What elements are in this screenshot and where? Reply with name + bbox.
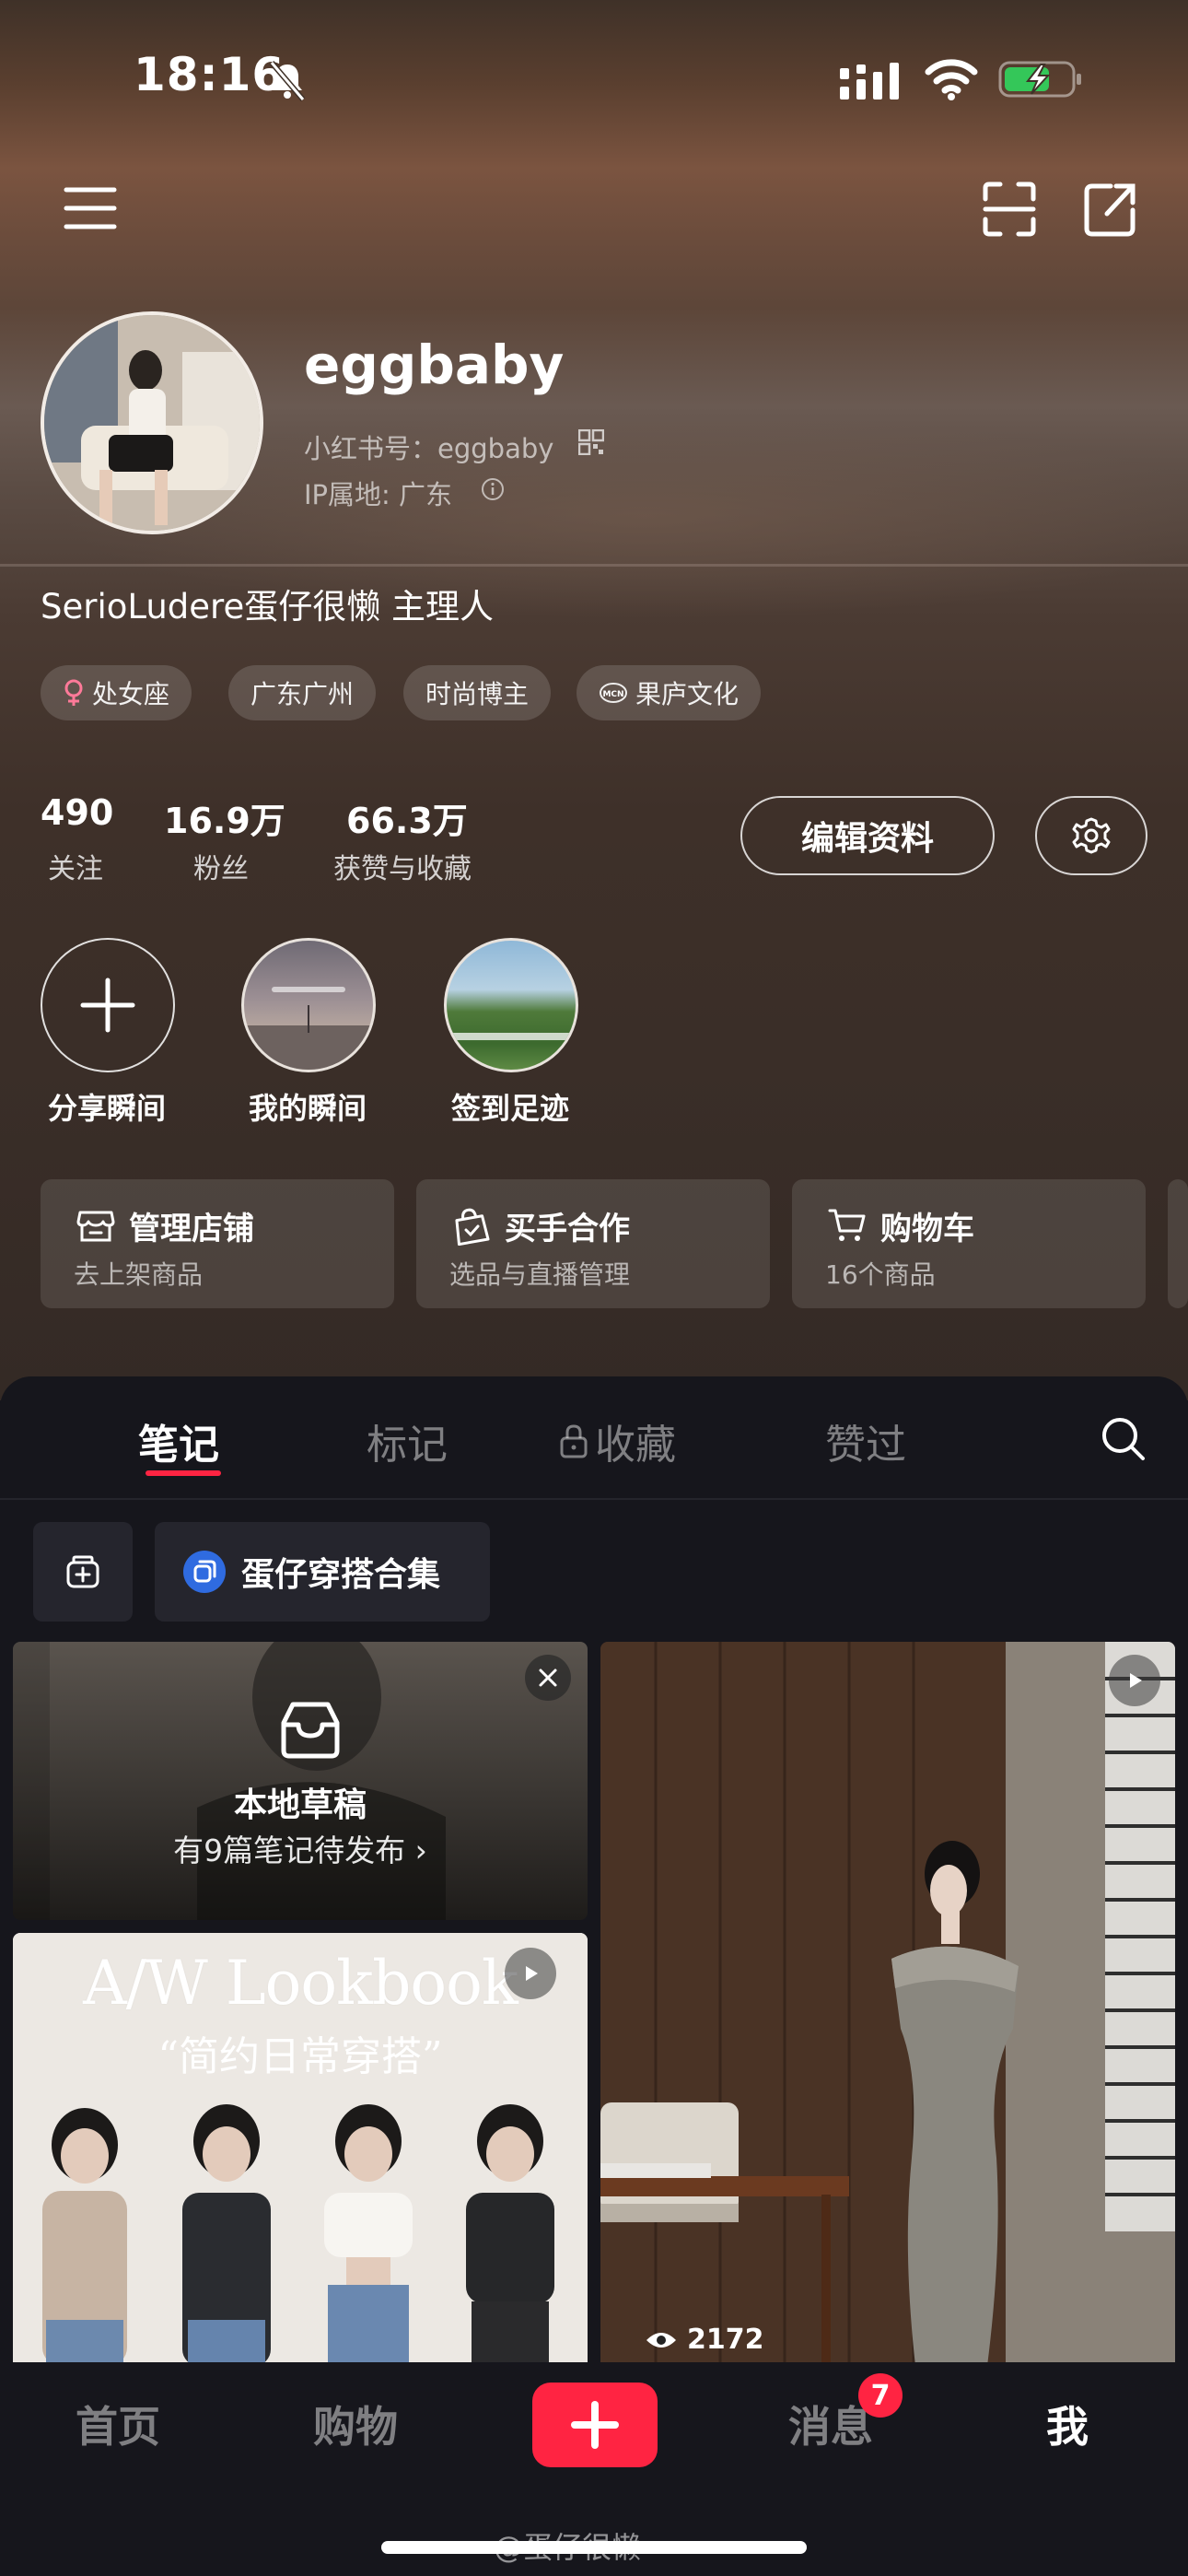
tag-zodiac: 处女座 bbox=[41, 665, 192, 720]
chevron-right-icon: › bbox=[414, 1832, 427, 1868]
tag-location: 广东广州 bbox=[228, 665, 377, 720]
local-drafts-card[interactable]: 本地草稿 有9篇笔记待发布 › bbox=[13, 1642, 588, 1920]
more-card-peek[interactable] bbox=[1168, 1179, 1188, 1308]
tag-label: 时尚博主 bbox=[425, 679, 530, 709]
tab-marks[interactable]: 标记 bbox=[367, 1411, 448, 1470]
draft-title: 本地草稿 bbox=[233, 1786, 367, 1824]
tag-label: 果庐文化 bbox=[635, 679, 740, 709]
stat-followers-value[interactable]: 16.9万 bbox=[164, 792, 285, 843]
scan-icon[interactable] bbox=[982, 181, 1037, 238]
nav-me[interactable]: 我 bbox=[1046, 2394, 1089, 2454]
album-chip[interactable]: 蛋仔穿搭合集 bbox=[155, 1522, 490, 1622]
status-time: 18:16 bbox=[134, 48, 285, 101]
eye-icon bbox=[646, 2332, 676, 2348]
username: eggbaby bbox=[304, 334, 565, 396]
tab-liked[interactable]: 赞过 bbox=[825, 1411, 906, 1470]
moment-label-checkin[interactable]: 签到足迹 bbox=[418, 1085, 602, 1128]
cart-icon bbox=[828, 1209, 866, 1241]
gear-icon bbox=[1072, 817, 1111, 854]
stat-following-label[interactable]: 关注 bbox=[48, 846, 103, 886]
buyer-cooperation-card[interactable]: 买手合作 选品与直播管理 bbox=[416, 1179, 770, 1308]
stat-followers-label[interactable]: 粉丝 bbox=[193, 846, 249, 886]
cellular-signal-icon bbox=[840, 63, 899, 100]
view-count-value: 2172 bbox=[687, 2324, 764, 2356]
stat-likes-label[interactable]: 获赞与收藏 bbox=[333, 846, 472, 886]
active-tab-indicator bbox=[146, 1470, 221, 1476]
play-icon bbox=[1130, 1673, 1142, 1688]
qr-code-icon[interactable] bbox=[578, 429, 604, 455]
avatar[interactable] bbox=[41, 311, 263, 534]
store-icon bbox=[76, 1211, 115, 1242]
female-icon bbox=[64, 679, 83, 706]
tag-occupation: 时尚博主 bbox=[403, 665, 552, 720]
shopping-cart-card[interactable]: 购物车 16个商品 bbox=[792, 1179, 1146, 1308]
add-collection-icon bbox=[66, 1555, 99, 1588]
collection-icon bbox=[183, 1551, 226, 1593]
wifi-icon bbox=[925, 59, 978, 100]
edit-profile-button[interactable]: 编辑资料 bbox=[740, 796, 995, 875]
moment-label-mine[interactable]: 我的瞬间 bbox=[215, 1085, 400, 1128]
add-album-button[interactable] bbox=[33, 1522, 133, 1622]
play-icon bbox=[526, 1966, 538, 1981]
moment-label-share[interactable]: 分享瞬间 bbox=[15, 1085, 199, 1128]
mcn-icon: MCN bbox=[600, 683, 627, 703]
shopping-bag-icon bbox=[455, 1208, 490, 1246]
draft-subtitle: 有9篇笔记待发布 › bbox=[13, 1826, 588, 1870]
tag-label: 广东广州 bbox=[250, 679, 355, 709]
lookbook-note-card[interactable]: A/W Lookbook “简约日常穿搭” bbox=[13, 1933, 588, 2366]
card-subtitle: 去上架商品 bbox=[74, 1259, 204, 1290]
rednote-id[interactable]: 小红书号：eggbaby bbox=[304, 427, 553, 466]
video-badge bbox=[505, 1948, 556, 1999]
watermark: @蛋仔很懒 bbox=[494, 2530, 642, 2565]
share-icon[interactable] bbox=[1083, 181, 1138, 238]
lock-icon bbox=[560, 1424, 588, 1458]
check-in-button[interactable] bbox=[444, 938, 578, 1072]
inbox-icon bbox=[281, 1702, 340, 1759]
lookbook-subtitle: “简约日常穿搭” bbox=[157, 2033, 443, 2080]
draft-count-text: 有9篇笔记待发布 bbox=[173, 1832, 406, 1868]
card-subtitle: 16个商品 bbox=[825, 1259, 936, 1290]
bell-muted-icon bbox=[269, 61, 306, 101]
post-button[interactable] bbox=[532, 2383, 658, 2467]
manage-store-card[interactable]: 管理店铺 去上架商品 bbox=[41, 1179, 394, 1308]
close-icon bbox=[539, 1669, 557, 1687]
settings-button[interactable] bbox=[1035, 796, 1147, 875]
tab-favorites[interactable]: 收藏 bbox=[558, 1411, 676, 1470]
share-moment-button[interactable] bbox=[41, 938, 175, 1072]
card-title: 购物车 bbox=[880, 1211, 974, 1247]
close-draft-button[interactable] bbox=[525, 1655, 571, 1701]
messages-badge: 7 bbox=[858, 2373, 903, 2418]
dress-photo bbox=[600, 1642, 1175, 2366]
nav-home[interactable]: 首页 bbox=[76, 2394, 160, 2454]
lookbook-title: A/W Lookbook bbox=[83, 1948, 518, 2019]
view-count: 2172 bbox=[645, 2324, 764, 2356]
ip-location: IP属地: 广东 bbox=[304, 479, 453, 510]
card-title: 管理店铺 bbox=[129, 1211, 254, 1247]
svg-text:MCN: MCN bbox=[602, 690, 623, 699]
card-subtitle: 选品与直播管理 bbox=[449, 1259, 631, 1290]
battery-charging-icon bbox=[998, 61, 1081, 98]
bio: SerioLudere蛋仔很懒 主理人 bbox=[41, 587, 494, 626]
tab-notes[interactable]: 笔记 bbox=[138, 1411, 219, 1470]
my-moments-button[interactable] bbox=[241, 938, 376, 1072]
video-badge bbox=[1109, 1655, 1160, 1706]
tag-label: 处女座 bbox=[92, 679, 170, 709]
nav-shop[interactable]: 购物 bbox=[313, 2394, 398, 2454]
info-icon[interactable] bbox=[481, 477, 505, 501]
plus-icon bbox=[571, 2401, 619, 2449]
album-name: 蛋仔穿搭合集 bbox=[241, 1556, 441, 1594]
plus-icon bbox=[80, 978, 135, 1033]
card-title: 买手合作 bbox=[505, 1211, 630, 1247]
stat-following-value[interactable]: 490 bbox=[41, 792, 113, 833]
background-horizon bbox=[0, 564, 1188, 567]
tab-favorites-label: 收藏 bbox=[595, 1422, 676, 1469]
tab-divider bbox=[0, 1498, 1188, 1500]
stat-likes-value[interactable]: 66.3万 bbox=[346, 792, 468, 843]
menu-icon[interactable] bbox=[63, 184, 118, 232]
search-icon[interactable] bbox=[1098, 1413, 1147, 1463]
dress-note-card[interactable]: 2172 bbox=[600, 1642, 1175, 2366]
tag-agency[interactable]: MCN 果庐文化 bbox=[577, 665, 762, 720]
